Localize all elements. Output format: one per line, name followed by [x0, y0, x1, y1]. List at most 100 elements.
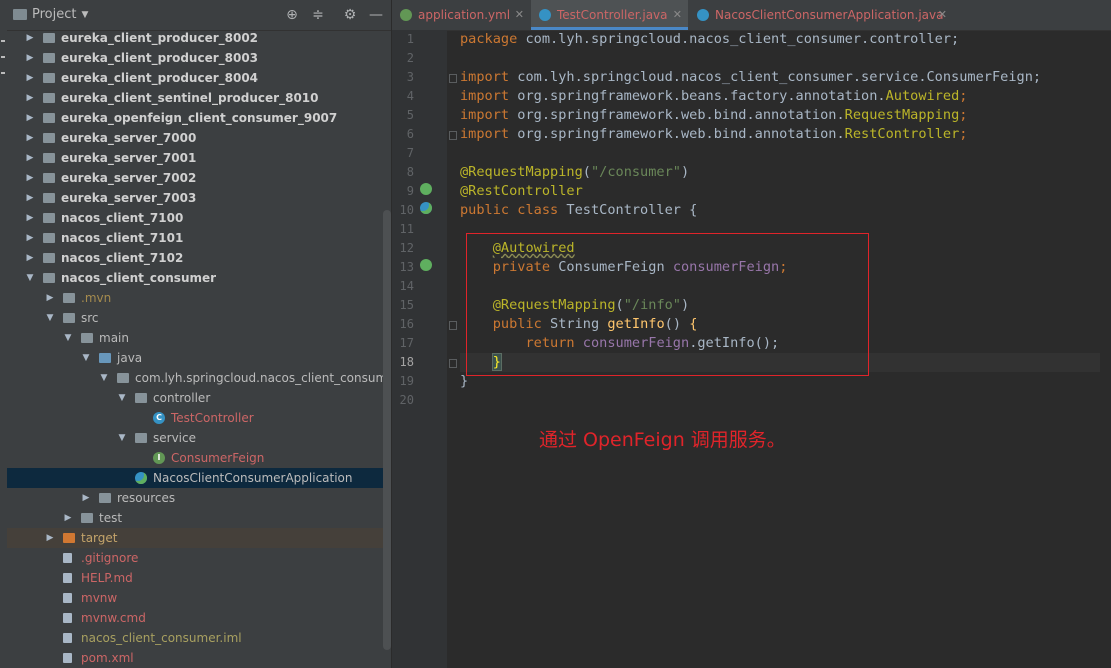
tree-item[interactable]: ▼ main: [7, 328, 391, 348]
tree-item[interactable]: ▶ eureka_server_7002: [7, 168, 391, 188]
token: "/consumer": [590, 164, 681, 180]
tab-application-yml[interactable]: application.yml ✕: [392, 0, 530, 30]
project-tree-scrollbar[interactable]: [383, 210, 391, 650]
chevron-right-icon[interactable]: ▶: [25, 108, 35, 128]
chevron-right-icon[interactable]: ▶: [25, 248, 35, 268]
project-view-selector[interactable]: Project ▼: [13, 7, 88, 22]
tree-item[interactable]: ▶ resources: [7, 488, 391, 508]
tree-item-label: mvnw: [81, 591, 118, 605]
chevron-right-icon[interactable]: ▶: [25, 228, 35, 248]
close-icon[interactable]: ✕: [673, 0, 682, 30]
tree-item[interactable]: I ConsumerFeign: [7, 448, 391, 468]
project-panel-title: Project: [32, 7, 77, 22]
code-editor: application.yml ✕ TestController.java ✕ …: [392, 0, 1111, 668]
tree-item[interactable]: ▶ eureka_openfeign_client_consumer_9007: [7, 108, 391, 128]
tree-item[interactable]: ▶ eureka_server_7000: [7, 128, 391, 148]
chevron-right-icon[interactable]: ▶: [25, 208, 35, 228]
code-line-9: @RestController: [460, 182, 583, 201]
chevron-right-icon[interactable]: ▶: [25, 168, 35, 188]
tree-item[interactable]: HELP.md: [7, 568, 391, 588]
tree-item[interactable]: mvnw: [7, 588, 391, 608]
tree-item[interactable]: ▶ eureka_server_7003: [7, 188, 391, 208]
chevron-right-icon[interactable]: ▶: [25, 68, 35, 88]
line-number: 19: [399, 374, 414, 388]
chevron-right-icon[interactable]: ▶: [25, 88, 35, 108]
gear-icon[interactable]: ⚙: [341, 6, 359, 24]
collapse-all-icon[interactable]: ≑: [309, 6, 327, 24]
chevron-right-icon[interactable]: ▶: [25, 48, 35, 68]
chevron-down-icon[interactable]: ▼: [25, 268, 35, 288]
tree-item[interactable]: mvnw.cmd: [7, 608, 391, 628]
module-folder-icon: [43, 273, 55, 283]
line-number: 14: [399, 279, 414, 293]
tab-test-controller[interactable]: TestController.java ✕: [531, 0, 688, 30]
class-icon: C: [153, 412, 165, 424]
chevron-down-icon[interactable]: ▼: [117, 388, 127, 408]
tree-item[interactable]: ▶ nacos_client_7101: [7, 228, 391, 248]
locate-icon[interactable]: ⊕: [283, 6, 301, 24]
run-app-icon[interactable]: [420, 202, 432, 214]
tree-item[interactable]: NacosClientConsumerApplication: [7, 468, 391, 488]
fold-marker-icon[interactable]: [449, 74, 457, 83]
close-icon[interactable]: ✕: [938, 0, 947, 30]
tree-item[interactable]: ▼ src: [7, 308, 391, 328]
line-number: 8: [406, 165, 414, 179]
tree-item[interactable]: ▶ eureka_client_producer_8002: [7, 28, 391, 48]
token: org.springframework.beans.factory.annota…: [509, 88, 886, 104]
line-number: 12: [399, 241, 414, 255]
tree-item[interactable]: ▼ nacos_client_consumer: [7, 268, 391, 288]
close-icon[interactable]: ✕: [515, 0, 524, 30]
tree-item[interactable]: .gitignore: [7, 548, 391, 568]
tab-nacos-client-consumer-application[interactable]: NacosClientConsumerApplication.java ✕: [689, 0, 953, 30]
tree-item[interactable]: ▶ eureka_client_producer_8004: [7, 68, 391, 88]
token: package: [460, 31, 518, 47]
fold-marker-icon[interactable]: [449, 359, 457, 368]
code-line-3: import com.lyh.springcloud.nacos_client_…: [460, 68, 1041, 87]
chevron-right-icon[interactable]: ▶: [45, 528, 55, 548]
chevron-down-icon[interactable]: ▼: [117, 428, 127, 448]
bean-icon[interactable]: [420, 183, 432, 195]
chevron-down-icon[interactable]: ▼: [63, 328, 73, 348]
tree-item[interactable]: ▼ java: [7, 348, 391, 368]
chevron-right-icon[interactable]: ▶: [25, 188, 35, 208]
line-number: 4: [406, 89, 414, 103]
minimize-icon[interactable]: —: [367, 6, 385, 24]
tree-item[interactable]: ▶ eureka_server_7001: [7, 148, 391, 168]
chevron-right-icon[interactable]: ▶: [25, 128, 35, 148]
autowired-bean-icon[interactable]: [420, 259, 432, 271]
chevron-right-icon[interactable]: ▶: [25, 148, 35, 168]
chevron-right-icon[interactable]: ▶: [63, 508, 73, 528]
fold-marker-icon[interactable]: [449, 321, 457, 330]
tree-item[interactable]: ▶ nacos_client_7102: [7, 248, 391, 268]
token: import: [460, 107, 510, 123]
chevron-down-icon[interactable]: ▼: [99, 368, 109, 388]
tree-item[interactable]: ▶ eureka_client_sentinel_producer_8010: [7, 88, 391, 108]
chevron-right-icon[interactable]: ▶: [25, 28, 35, 48]
chevron-right-icon[interactable]: ▶: [81, 488, 91, 508]
tree-item[interactable]: ▶ target: [7, 528, 391, 548]
tree-item[interactable]: ▶ eureka_client_producer_8003: [7, 48, 391, 68]
tree-item-label: .gitignore: [81, 551, 139, 565]
chevron-right-icon[interactable]: ▶: [45, 288, 55, 308]
folder-icon: [63, 313, 75, 323]
chevron-down-icon[interactable]: ▼: [81, 348, 91, 368]
fold-marker-icon[interactable]: [449, 131, 457, 140]
code-line-10: public class TestController {: [460, 201, 697, 220]
token: ;: [959, 107, 968, 123]
tree-item[interactable]: ▶ .mvn: [7, 288, 391, 308]
line-number: 16: [399, 317, 414, 331]
project-panel: Project ▼ ⊕ ≑ ⚙ — ▶ eureka_client_produce…: [7, 0, 391, 668]
tree-item[interactable]: ▶ test: [7, 508, 391, 528]
tree-item[interactable]: ▶ nacos_client_7100: [7, 208, 391, 228]
tree-item[interactable]: ▼ com.lyh.springcloud.nacos_client_consum…: [7, 368, 391, 388]
tree-item[interactable]: pom.xml: [7, 648, 391, 668]
tree-item[interactable]: ▼ service: [7, 428, 391, 448]
token: com.lyh.springcloud.nacos_client_consume…: [517, 31, 960, 47]
tree-item[interactable]: ▼ controller: [7, 388, 391, 408]
tree-item-label: nacos_client_7100: [61, 211, 184, 225]
chevron-down-icon[interactable]: ▼: [45, 308, 55, 328]
tree-item[interactable]: nacos_client_consumer.iml: [7, 628, 391, 648]
tree-item[interactable]: C TestController: [7, 408, 391, 428]
folder-icon: [81, 513, 93, 523]
editor-gutter[interactable]: 1 2 3 4 5 6 7 8 9 10 11 12 13 14 15 16 17 18 19 20: [392, 30, 457, 668]
